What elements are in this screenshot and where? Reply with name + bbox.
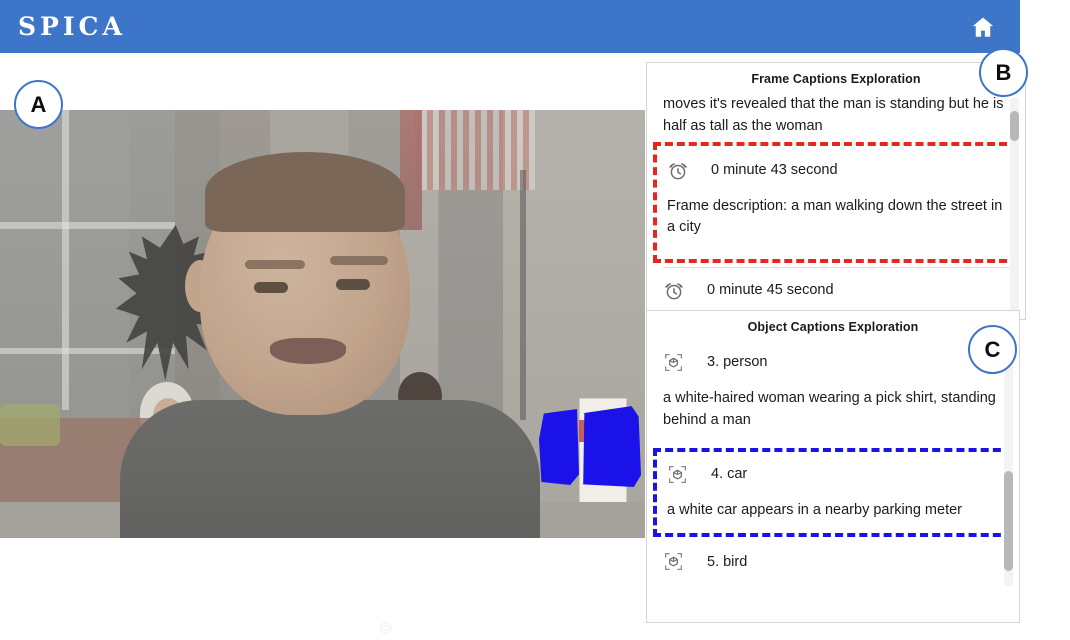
decor-street-pole bbox=[520, 170, 526, 420]
subject-person-brow bbox=[245, 260, 305, 269]
object-caption-label: 3. person bbox=[707, 354, 768, 371]
object-caption-label-row[interactable]: 4. car bbox=[667, 452, 1001, 496]
subject-person-brow bbox=[330, 256, 388, 265]
decor-poster-banner bbox=[579, 420, 627, 442]
object-caption-description: a white-haired woman wearing a pick shir… bbox=[663, 390, 996, 428]
ghost-playback-icon bbox=[378, 618, 438, 638]
subject-person-body bbox=[120, 400, 540, 538]
frame-caption-description: Frame description: a man walking down th… bbox=[667, 197, 1003, 236]
decor-mullion bbox=[62, 110, 69, 410]
callout-badge-b: B bbox=[979, 48, 1028, 97]
frame-caption-clipped-text: moves it's revealed that the man is stan… bbox=[663, 96, 1004, 134]
decor-mullion bbox=[0, 222, 175, 229]
object-caption-description: a white car appears in a nearby parking … bbox=[667, 501, 962, 518]
callout-badge-c: C bbox=[968, 325, 1017, 374]
frame-caption-highlighted-entry[interactable]: 0 minute 43 second Frame description: a … bbox=[653, 141, 1019, 263]
frame-caption-timestamp: 0 minute 43 second bbox=[711, 161, 838, 178]
object-panel-scrollbar-thumb[interactable] bbox=[1004, 471, 1013, 571]
cube-object-icon bbox=[663, 551, 685, 573]
video-frame-viewer[interactable] bbox=[0, 110, 645, 538]
alarm-clock-icon bbox=[663, 280, 685, 302]
object-caption-label: 5. bird bbox=[707, 553, 748, 570]
decor-planter bbox=[0, 404, 60, 446]
app-root: SPICA Frame Captions Exploration moves i… bbox=[0, 0, 1070, 640]
app-brand-title: SPICA bbox=[18, 12, 126, 41]
object-caption-item[interactable]: 3. person a white-haired woman wearing a… bbox=[663, 340, 1005, 446]
subject-person-mouth bbox=[270, 338, 346, 364]
object-caption-item-highlighted[interactable]: 4. car a white car appears in a nearby p… bbox=[653, 447, 1013, 538]
object-caption-item[interactable]: 5. bird bbox=[663, 539, 1005, 583]
frame-caption-time-row[interactable]: 0 minute 43 second bbox=[667, 148, 1007, 192]
frame-caption-next-row[interactable]: 0 minute 45 second bbox=[663, 267, 1011, 312]
object-caption-label-row[interactable]: 5. bird bbox=[663, 539, 1005, 583]
frame-panel-scrollbar-thumb[interactable] bbox=[1010, 111, 1019, 141]
cube-object-icon bbox=[667, 464, 689, 486]
object-captions-body: 3. person a white-haired woman wearing a… bbox=[647, 340, 1019, 583]
app-header: SPICA bbox=[0, 0, 1020, 53]
callout-badge-a: A bbox=[14, 80, 63, 129]
subject-person-eye bbox=[254, 282, 288, 293]
subject-person-eye bbox=[336, 279, 370, 290]
decor-stripes bbox=[415, 110, 535, 190]
frame-caption-timestamp: 0 minute 45 second bbox=[707, 282, 834, 299]
object-caption-label-row[interactable]: 3. person bbox=[663, 340, 1005, 384]
home-icon[interactable] bbox=[968, 12, 998, 42]
object-caption-label: 4. car bbox=[711, 465, 748, 482]
object-captions-panel[interactable]: Object Captions Exploration 3. person a … bbox=[646, 310, 1020, 623]
frame-captions-body: moves it's revealed that the man is stan… bbox=[647, 92, 1025, 312]
cube-object-icon bbox=[663, 352, 685, 374]
video-frame-image bbox=[0, 110, 645, 538]
frame-captions-title: Frame Captions Exploration bbox=[751, 72, 921, 86]
frame-captions-panel[interactable]: Frame Captions Exploration moves it's re… bbox=[646, 62, 1026, 320]
object-captions-title: Object Captions Exploration bbox=[747, 320, 919, 334]
alarm-clock-icon bbox=[667, 160, 689, 182]
subject-person-hair bbox=[205, 152, 405, 232]
